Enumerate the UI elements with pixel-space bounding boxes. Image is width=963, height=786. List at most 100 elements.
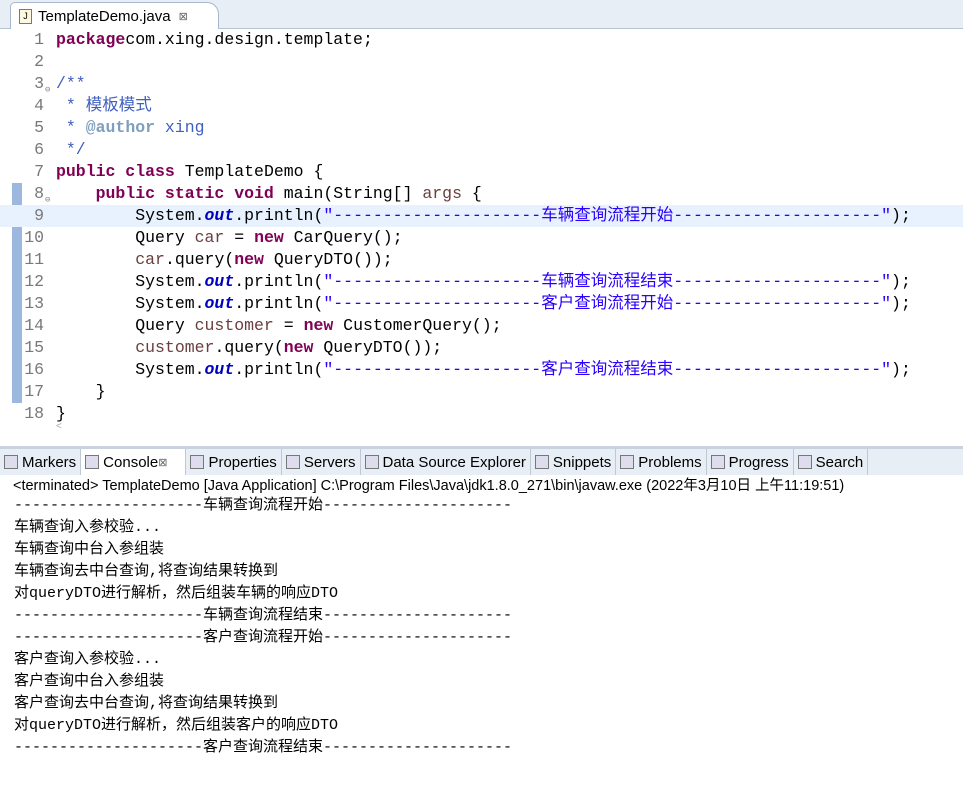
panel-tab-problems[interactable]: Problems (616, 449, 707, 475)
code-text: */ (56, 139, 86, 161)
panel-tab-label: Snippets (552, 453, 612, 471)
code-text: System.out.println("--------------------… (56, 205, 911, 227)
code-token: Query (56, 228, 195, 247)
console-line: 客户查询中台入参组装 (14, 673, 165, 690)
progress-icon (710, 455, 725, 469)
code-text: System.out.println("--------------------… (56, 359, 911, 381)
data-source-explorer-icon (364, 455, 379, 469)
code-text: customer.query(new QueryDTO()); (56, 337, 442, 359)
panel-tab-label: Progress (728, 453, 789, 471)
line-number: 17 (24, 382, 44, 401)
code-token: System. (56, 294, 205, 313)
panel-tab-markers[interactable]: Markers (0, 449, 82, 475)
line-number: 12 (24, 272, 44, 291)
code-token: .println( (234, 272, 324, 291)
code-token: CustomerQuery(); (333, 316, 502, 335)
code-token: "---------------------客户查询流程开始----------… (323, 294, 892, 313)
line-number: 5 (34, 118, 44, 137)
code-token: customer (194, 316, 274, 335)
code-line: 9 System.out.println("------------------… (0, 205, 963, 227)
console-output[interactable]: ---------------------车辆查询流程开始-----------… (14, 495, 512, 759)
code-token: } (56, 382, 106, 401)
console-icon (85, 455, 100, 469)
console-line: 车辆查询去中台查询,将查询结果转换到 (14, 563, 279, 580)
code-line: 10 Query car = new CarQuery(); (0, 227, 963, 249)
code-token: ); (891, 360, 911, 379)
code-line: 16 System.out.println("-----------------… (0, 359, 963, 381)
code-line: 12 System.out.println("-----------------… (0, 271, 963, 293)
code-line: 15 customer.query(new QueryDTO()); (0, 337, 963, 359)
code-line: 2 (0, 51, 963, 73)
console-line: ---------------------客户查询流程开始-----------… (14, 629, 513, 646)
code-text: System.out.println("--------------------… (56, 293, 911, 315)
line-number: 13 (24, 294, 44, 313)
line-number: 2 (34, 52, 44, 71)
code-token: new (303, 316, 334, 335)
console-line: 客户查询去中台查询,将查询结果转换到 (14, 695, 279, 712)
panel-tab-properties[interactable]: Properties (186, 449, 282, 475)
close-icon[interactable]: ⊠ (179, 10, 188, 23)
line-number: 7 (34, 162, 44, 181)
panel-tab-servers[interactable]: Servers (282, 449, 361, 475)
code-token: ); (891, 294, 911, 313)
line-number: 9 (34, 206, 44, 225)
panel-tab-bar: Markers Console ⊠ Properties Servers Data So… (0, 446, 963, 475)
snippets-icon (534, 455, 549, 469)
code-token: * (56, 118, 86, 137)
panel-tab-console[interactable]: Console ⊠ (81, 449, 187, 475)
code-token: = (273, 316, 304, 335)
panel-tab-label: Data Source Explorer (382, 453, 526, 471)
panel-tab-progress[interactable]: Progress (707, 449, 794, 475)
properties-icon (190, 455, 205, 469)
code-text: } (56, 381, 106, 403)
line-number: 14 (24, 316, 44, 335)
code-line: 11 car.query(new QueryDTO()); (0, 249, 963, 271)
line-number: 3 (34, 74, 44, 93)
code-token: out (204, 360, 235, 379)
line-number: 11 (24, 250, 44, 269)
code-token: TemplateDemo { (174, 162, 324, 181)
close-icon[interactable]: ⊠ (158, 456, 167, 469)
code-token: QueryDTO()); (263, 250, 393, 269)
code-token: package (56, 30, 126, 49)
code-token: public class (56, 162, 175, 181)
line-number: 16 (24, 360, 44, 379)
panel-tab-label: Markers (22, 453, 77, 471)
code-token: .println( (234, 294, 324, 313)
panel-tab-data-source-explorer[interactable]: Data Source Explorer (361, 449, 531, 475)
scroll-left-icon[interactable]: < (56, 421, 62, 432)
code-token: args (422, 184, 462, 203)
console-line: ---------------------车辆查询流程开始-----------… (14, 497, 513, 514)
code-line: 5 * @author xing (0, 117, 963, 139)
code-token: com.xing.design.template; (125, 30, 373, 49)
line-number: 10 (24, 228, 44, 247)
code-token: "---------------------车辆查询流程开始----------… (323, 206, 892, 225)
console-line: 对queryDTO进行解析，然后组装客户的响应DTO (14, 717, 339, 734)
code-line: 4 * 模板模式 (0, 95, 963, 117)
code-text: Query car = new CarQuery(); (56, 227, 402, 249)
code-line: 18} (0, 403, 963, 425)
code-token: .println( (234, 360, 324, 379)
panel-tab-snippets[interactable]: Snippets (531, 449, 617, 475)
code-token: out (204, 206, 235, 225)
line-number: 1 (34, 30, 44, 49)
code-token: * 模板模式 (56, 96, 152, 115)
java-file-icon: J (19, 8, 32, 24)
code-line: 7 public class TemplateDemo { (0, 161, 963, 183)
code-token: "---------------------车辆查询流程结束----------… (323, 272, 892, 291)
editor-tab-templatedemo[interactable]: J TemplateDemo.java ⊠ (10, 2, 219, 29)
code-token: = (224, 228, 255, 247)
console-line: ---------------------车辆查询流程结束-----------… (14, 607, 513, 624)
panel-tab-search[interactable]: Search (794, 449, 869, 475)
code-editor[interactable]: 1 packagecom.xing.design.template; 2 3 ⊖/** 4… (0, 29, 963, 439)
code-line: 17 } (0, 381, 963, 403)
line-number: 15 (24, 338, 44, 357)
code-token: { (461, 184, 482, 203)
code-line: 8 ⊖ public static void main(String[] args… (0, 183, 963, 205)
code-token: .query( (214, 338, 284, 357)
code-token: new (283, 338, 314, 357)
code-text: public class TemplateDemo { (56, 161, 323, 183)
code-token: ); (891, 206, 911, 225)
